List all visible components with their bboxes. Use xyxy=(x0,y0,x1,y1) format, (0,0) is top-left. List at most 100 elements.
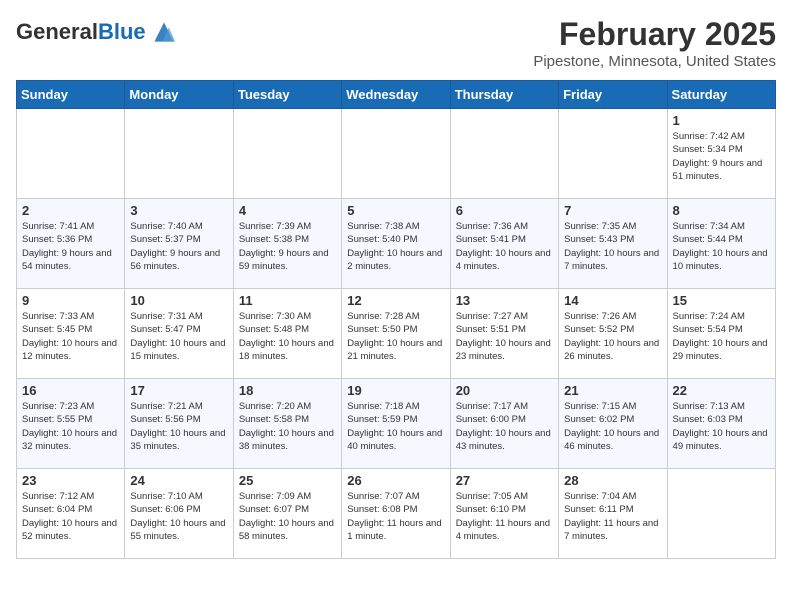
day-number: 26 xyxy=(347,473,444,488)
logo-icon xyxy=(148,16,180,48)
day-number: 10 xyxy=(130,293,227,308)
calendar-week-row: 9 Sunrise: 7:33 AM Sunset: 5:45 PM Daylig… xyxy=(17,289,776,379)
weekday-header: Monday xyxy=(125,81,233,109)
day-number: 1 xyxy=(673,113,770,128)
weekday-header: Sunday xyxy=(17,81,125,109)
day-info: Sunrise: 7:26 AM Sunset: 5:52 PM Dayligh… xyxy=(564,310,661,363)
day-info: Sunrise: 7:36 AM Sunset: 5:41 PM Dayligh… xyxy=(456,220,553,273)
calendar-day-cell: 27 Sunrise: 7:05 AM Sunset: 6:10 PM Dayli… xyxy=(450,469,558,559)
calendar-day-cell: 20Sunrise: 7:17 AM Sunset: 6:00 PM Dayli… xyxy=(450,379,558,469)
day-number: 20 xyxy=(456,383,553,398)
day-info: Sunrise: 7:13 AM Sunset: 6:03 PM Dayligh… xyxy=(673,400,770,453)
day-number: 7 xyxy=(564,203,661,218)
day-info: Sunrise: 7:35 AM Sunset: 5:43 PM Dayligh… xyxy=(564,220,661,273)
logo-general: General xyxy=(16,19,98,44)
day-info: Sunrise: 7:41 AM Sunset: 5:36 PM Dayligh… xyxy=(22,220,119,273)
calendar-day-cell: 14 Sunrise: 7:26 AM Sunset: 5:52 PM Dayli… xyxy=(559,289,667,379)
calendar-day-cell: 2 Sunrise: 7:41 AM Sunset: 5:36 PM Daylig… xyxy=(17,199,125,289)
day-info: Sunrise: 7:09 AM Sunset: 6:07 PM Dayligh… xyxy=(239,490,336,543)
calendar-table: SundayMondayTuesdayWednesdayThursdayFrid… xyxy=(16,80,776,559)
day-info: Sunrise: 7:34 AM Sunset: 5:44 PM Dayligh… xyxy=(673,220,770,273)
day-number: 22 xyxy=(673,383,770,398)
day-info: Sunrise: 7:20 AM Sunset: 5:58 PM Dayligh… xyxy=(239,400,336,453)
day-number: 3 xyxy=(130,203,227,218)
day-info: Sunrise: 7:05 AM Sunset: 6:10 PM Dayligh… xyxy=(456,490,553,543)
calendar-subtitle: Pipestone, Minnesota, United States xyxy=(533,53,776,70)
calendar-title: February 2025 xyxy=(533,16,776,53)
calendar-day-cell: 11 Sunrise: 7:30 AM Sunset: 5:48 PM Dayli… xyxy=(233,289,341,379)
title-block: February 2025 Pipestone, Minnesota, Unit… xyxy=(533,16,776,70)
calendar-day-cell: 25 Sunrise: 7:09 AM Sunset: 6:07 PM Dayli… xyxy=(233,469,341,559)
day-info: Sunrise: 7:21 AM Sunset: 5:56 PM Dayligh… xyxy=(130,400,227,453)
day-number: 8 xyxy=(673,203,770,218)
calendar-day-cell: 7 Sunrise: 7:35 AM Sunset: 5:43 PM Daylig… xyxy=(559,199,667,289)
calendar-day-cell: 8 Sunrise: 7:34 AM Sunset: 5:44 PM Daylig… xyxy=(667,199,775,289)
day-number: 21 xyxy=(564,383,661,398)
calendar-day-cell: 9 Sunrise: 7:33 AM Sunset: 5:45 PM Daylig… xyxy=(17,289,125,379)
calendar-day-cell: 18 Sunrise: 7:20 AM Sunset: 5:58 PM Dayli… xyxy=(233,379,341,469)
calendar-day-cell: 16Sunrise: 7:23 AM Sunset: 5:55 PM Dayli… xyxy=(17,379,125,469)
day-number: 5 xyxy=(347,203,444,218)
day-number: 23 xyxy=(22,473,119,488)
calendar-day-cell: 10Sunrise: 7:31 AM Sunset: 5:47 PM Dayli… xyxy=(125,289,233,379)
calendar-day-cell: 24 Sunrise: 7:10 AM Sunset: 6:06 PM Dayli… xyxy=(125,469,233,559)
day-number: 28 xyxy=(564,473,661,488)
calendar-day-cell: 12 Sunrise: 7:28 AM Sunset: 5:50 PM Dayli… xyxy=(342,289,450,379)
day-number: 15 xyxy=(673,293,770,308)
calendar-day-cell xyxy=(17,109,125,199)
calendar-week-row: 2 Sunrise: 7:41 AM Sunset: 5:36 PM Daylig… xyxy=(17,199,776,289)
calendar-day-cell: 1 Sunrise: 7:42 AM Sunset: 5:34 PM Daylig… xyxy=(667,109,775,199)
weekday-header: Friday xyxy=(559,81,667,109)
calendar-day-cell: 3 Sunrise: 7:40 AM Sunset: 5:37 PM Daylig… xyxy=(125,199,233,289)
day-number: 17 xyxy=(130,383,227,398)
day-info: Sunrise: 7:07 AM Sunset: 6:08 PM Dayligh… xyxy=(347,490,444,543)
day-number: 24 xyxy=(130,473,227,488)
weekday-header-row: SundayMondayTuesdayWednesdayThursdayFrid… xyxy=(17,81,776,109)
day-info: Sunrise: 7:24 AM Sunset: 5:54 PM Dayligh… xyxy=(673,310,770,363)
page-header: GeneralBlue February 2025 Pipestone, Min… xyxy=(16,16,776,70)
calendar-day-cell: 4Sunrise: 7:39 AM Sunset: 5:38 PM Daylig… xyxy=(233,199,341,289)
day-number: 4 xyxy=(239,203,336,218)
day-number: 18 xyxy=(239,383,336,398)
day-number: 27 xyxy=(456,473,553,488)
day-info: Sunrise: 7:38 AM Sunset: 5:40 PM Dayligh… xyxy=(347,220,444,273)
day-info: Sunrise: 7:10 AM Sunset: 6:06 PM Dayligh… xyxy=(130,490,227,543)
day-info: Sunrise: 7:40 AM Sunset: 5:37 PM Dayligh… xyxy=(130,220,227,273)
logo: GeneralBlue xyxy=(16,16,180,48)
calendar-week-row: 1 Sunrise: 7:42 AM Sunset: 5:34 PM Daylig… xyxy=(17,109,776,199)
day-info: Sunrise: 7:28 AM Sunset: 5:50 PM Dayligh… xyxy=(347,310,444,363)
calendar-day-cell: 6Sunrise: 7:36 AM Sunset: 5:41 PM Daylig… xyxy=(450,199,558,289)
day-number: 13 xyxy=(456,293,553,308)
day-info: Sunrise: 7:18 AM Sunset: 5:59 PM Dayligh… xyxy=(347,400,444,453)
calendar-day-cell xyxy=(125,109,233,199)
weekday-header: Thursday xyxy=(450,81,558,109)
day-info: Sunrise: 7:30 AM Sunset: 5:48 PM Dayligh… xyxy=(239,310,336,363)
day-number: 11 xyxy=(239,293,336,308)
logo-blue: Blue xyxy=(98,19,146,44)
day-info: Sunrise: 7:12 AM Sunset: 6:04 PM Dayligh… xyxy=(22,490,119,543)
calendar-day-cell: 17 Sunrise: 7:21 AM Sunset: 5:56 PM Dayli… xyxy=(125,379,233,469)
calendar-day-cell xyxy=(233,109,341,199)
calendar-day-cell: 28 Sunrise: 7:04 AM Sunset: 6:11 PM Dayli… xyxy=(559,469,667,559)
calendar-day-cell xyxy=(667,469,775,559)
calendar-day-cell: 19 Sunrise: 7:18 AM Sunset: 5:59 PM Dayli… xyxy=(342,379,450,469)
day-number: 14 xyxy=(564,293,661,308)
day-number: 9 xyxy=(22,293,119,308)
calendar-day-cell: 22 Sunrise: 7:13 AM Sunset: 6:03 PM Dayli… xyxy=(667,379,775,469)
day-info: Sunrise: 7:42 AM Sunset: 5:34 PM Dayligh… xyxy=(673,130,770,183)
day-info: Sunrise: 7:27 AM Sunset: 5:51 PM Dayligh… xyxy=(456,310,553,363)
day-number: 2 xyxy=(22,203,119,218)
day-info: Sunrise: 7:04 AM Sunset: 6:11 PM Dayligh… xyxy=(564,490,661,543)
calendar-day-cell: 13 Sunrise: 7:27 AM Sunset: 5:51 PM Dayli… xyxy=(450,289,558,379)
calendar-week-row: 16Sunrise: 7:23 AM Sunset: 5:55 PM Dayli… xyxy=(17,379,776,469)
calendar-day-cell: 21 Sunrise: 7:15 AM Sunset: 6:02 PM Dayli… xyxy=(559,379,667,469)
weekday-header: Saturday xyxy=(667,81,775,109)
day-number: 25 xyxy=(239,473,336,488)
day-info: Sunrise: 7:15 AM Sunset: 6:02 PM Dayligh… xyxy=(564,400,661,453)
day-number: 12 xyxy=(347,293,444,308)
calendar-day-cell: 5 Sunrise: 7:38 AM Sunset: 5:40 PM Daylig… xyxy=(342,199,450,289)
day-info: Sunrise: 7:33 AM Sunset: 5:45 PM Dayligh… xyxy=(22,310,119,363)
calendar-day-cell xyxy=(342,109,450,199)
day-number: 19 xyxy=(347,383,444,398)
calendar-day-cell xyxy=(559,109,667,199)
